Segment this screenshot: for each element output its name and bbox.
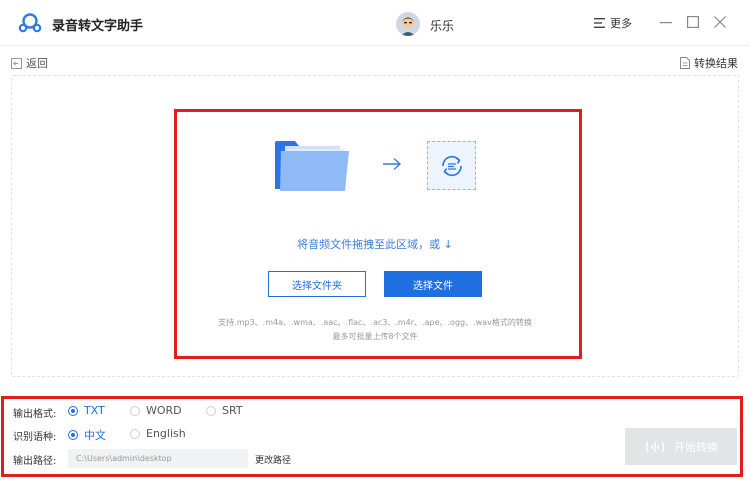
document-icon [680,57,690,69]
drop-hint: 将音频文件拖拽至此区域，或 ↓ [297,238,453,251]
app-title: 录音转文字助手 [52,19,144,34]
radio-icon [206,405,216,416]
select-folder-button[interactable]: 选择文件夹 [268,271,366,297]
supported-formats-text: 支持.mp3、.m4a、.wma、.aac、.flac、.ac3、.m4r、.a… [218,318,532,327]
close-icon [714,16,726,28]
back-label: 返回 [26,57,48,70]
format-option-label: WORD [146,404,182,417]
convert-target [427,141,476,190]
more-label: 更多 [610,17,632,30]
settings-panel: 输出格式: TXT WORD SRT 识别语种: 中文 English 输出路径… [1,396,743,477]
folder-icon [275,141,349,191]
avatar[interactable] [396,12,420,36]
language-option-label: 中文 [84,429,106,442]
radio-icon [130,405,140,416]
avatar-icon [396,12,420,36]
format-option-srt[interactable]: SRT [206,404,243,417]
format-label: 输出格式: [13,409,57,420]
close-button[interactable] [711,13,729,31]
format-option-label: TXT [84,404,105,417]
radio-icon [68,405,78,416]
back-icon [11,57,22,69]
path-label: 输出路径: [13,456,57,467]
language-option-english[interactable]: English [130,427,186,440]
maximize-button[interactable] [684,13,702,31]
back-button[interactable]: 返回 [11,55,48,71]
username: 乐乐 [430,19,455,33]
minimize-icon [660,22,672,24]
more-menu-button[interactable]: 更多 [594,15,632,31]
format-option-word[interactable]: WORD [130,404,182,417]
language-label: 识别语种: [13,432,57,443]
select-file-button[interactable]: 选择文件 [384,271,482,297]
logo-icon [18,13,42,33]
radio-icon [130,428,140,439]
title-bar: 录音转文字助手 乐乐 更多 [0,0,750,46]
format-option-label: SRT [222,404,243,417]
minimize-button[interactable] [657,13,675,31]
language-option-label: English [146,427,186,440]
arrow-right-icon [383,157,402,171]
result-label: 转换结果 [694,57,738,70]
menu-icon [594,18,605,28]
radio-icon [68,430,78,440]
maximize-icon [687,16,699,28]
start-convert-label: 开始转换 [674,440,718,454]
start-convert-button[interactable]: 开始转换 [625,428,737,465]
output-path-input[interactable] [68,449,248,468]
result-button[interactable]: 转换结果 [680,55,738,71]
format-option-txt[interactable]: TXT [68,404,105,417]
waveform-icon [645,441,665,452]
change-path-button[interactable]: 更改路径 [255,453,291,466]
convert-icon [441,155,462,176]
upload-limit-text: 最多可批量上传8个文件 [332,332,418,341]
language-option-chinese[interactable]: 中文 [68,427,106,443]
